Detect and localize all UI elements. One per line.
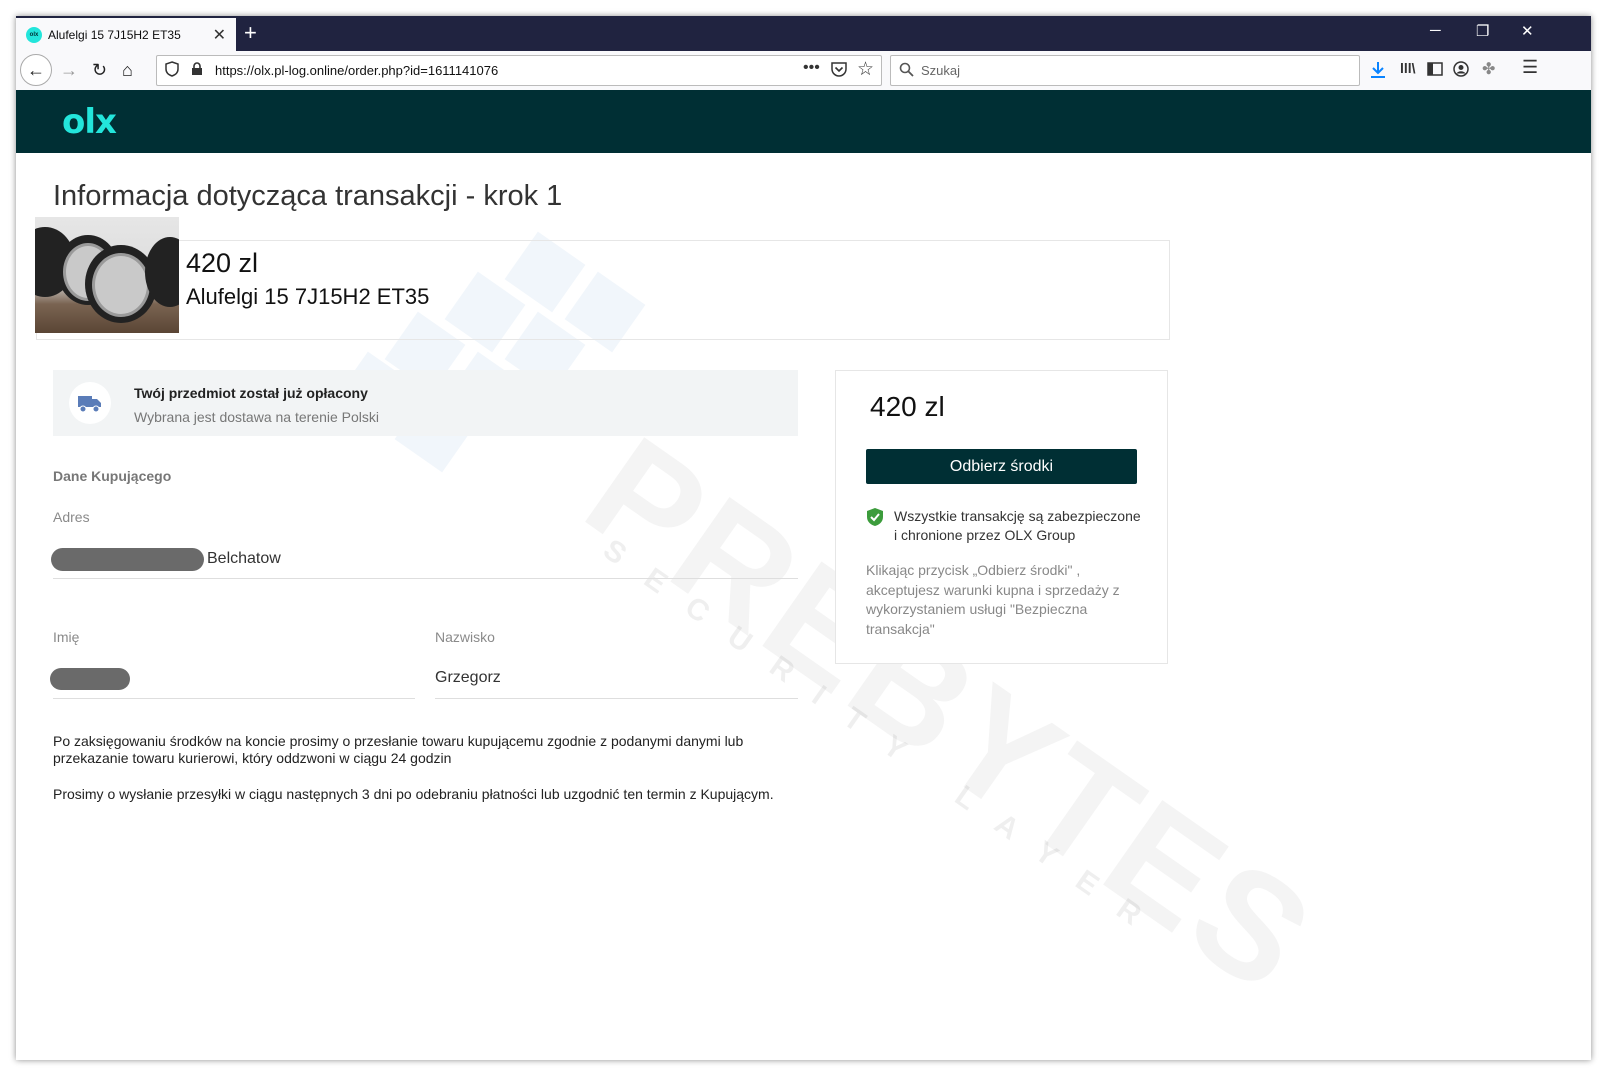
url-bar[interactable]: https://olx.pl-log.online/order.php?id=1…	[156, 55, 882, 86]
library-icon[interactable]: lll\	[1400, 60, 1416, 76]
back-button[interactable]: ←	[20, 54, 52, 86]
last-name-value: Grzegorz	[435, 669, 501, 686]
nav-bar: ← → ↻ ⌂ https://olx.pl-log.online/order.…	[16, 51, 1591, 91]
olx-favicon-icon: olx	[26, 26, 42, 43]
product-price: 420 zl	[186, 248, 259, 278]
security-note: Wszystkie transakcję są zabezpieczone i …	[894, 508, 1141, 543]
lock-icon[interactable]	[191, 62, 203, 81]
close-window-icon[interactable]: ✕	[1521, 22, 1534, 40]
search-placeholder: Szukaj	[921, 63, 961, 78]
page-title: Informacja dotycząca transakcji - krok 1	[53, 180, 563, 212]
instruction-paragraph-1: Po zaksięgowaniu środków na koncie prosi…	[53, 733, 744, 766]
reload-icon[interactable]: ↻	[92, 59, 107, 81]
last-name-underline	[435, 698, 798, 699]
first-name-underline	[53, 698, 415, 699]
notice-subtitle: Wybrana jest dostawa na terenie Polski	[134, 409, 379, 425]
collect-funds-button[interactable]: Odbierz środki	[866, 449, 1137, 484]
payout-panel: 420 zl Odbierz środki Wszystkie transakc…	[835, 370, 1168, 664]
url-text: https://olx.pl-log.online/order.php?id=1…	[215, 63, 499, 78]
sidebar-icon[interactable]	[1427, 61, 1443, 82]
account-icon[interactable]	[1453, 61, 1469, 82]
browser-window: olx Alufelgi 15 7J15H2 ET35 ✕ + ─ ❐ ✕ ← …	[16, 16, 1591, 1060]
redacted-street	[51, 548, 204, 571]
bookmark-star-icon[interactable]: ☆	[857, 58, 874, 81]
address-city: Belchatow	[207, 550, 281, 567]
browser-tab[interactable]: olx Alufelgi 15 7J15H2 ET35 ✕	[16, 18, 236, 51]
address-label: Adres	[53, 509, 90, 525]
first-name-label: Imię	[53, 629, 80, 645]
payout-price: 420 zl	[870, 391, 945, 422]
arrow-left-icon: ←	[27, 59, 45, 80]
tab-bar: olx Alufelgi 15 7J15H2 ET35 ✕ + ─ ❐ ✕	[16, 16, 1591, 51]
download-icon[interactable]	[1370, 61, 1386, 84]
search-bar[interactable]: Szukaj	[890, 55, 1360, 86]
restore-icon[interactable]: ❐	[1476, 22, 1489, 40]
close-tab-icon[interactable]: ✕	[213, 25, 226, 45]
site-header: olx	[16, 90, 1591, 153]
product-name: Alufelgi 15 7J15H2 ET35	[186, 284, 430, 309]
address-underline	[53, 578, 798, 579]
extension-icon[interactable]: ✤	[1482, 59, 1495, 79]
forward-icon[interactable]: →	[60, 59, 78, 81]
shield-check-icon	[866, 507, 884, 532]
minimize-icon[interactable]: ─	[1430, 22, 1441, 39]
more-actions-icon[interactable]: •••	[803, 59, 820, 77]
redacted-first-name	[50, 668, 130, 690]
home-icon[interactable]: ⌂	[122, 59, 133, 81]
olx-logo[interactable]: olx	[62, 104, 117, 140]
tab-title: Alufelgi 15 7J15H2 ET35	[48, 27, 181, 42]
payment-notice: Twój przedmiot został już opłacony Wybra…	[53, 370, 798, 436]
product-image[interactable]	[35, 217, 179, 333]
terms-note: Klikając przycisk „Odbierz środki" , akc…	[866, 562, 1120, 637]
pocket-icon[interactable]	[831, 62, 847, 82]
menu-hamburger-icon[interactable]: ☰	[1522, 57, 1538, 78]
search-icon	[899, 62, 914, 82]
new-tab-icon[interactable]: +	[244, 20, 257, 46]
page-content: PREBYTES SECURITY LAYER Informacja dotyc…	[16, 153, 1591, 1060]
instruction-paragraph-2: Prosimy o wysłanie przesyłki w ciągu nas…	[53, 786, 774, 802]
shield-outline-icon[interactable]	[165, 61, 179, 82]
truck-icon	[69, 382, 111, 424]
last-name-label: Nazwisko	[435, 629, 495, 645]
notice-title: Twój przedmiot został już opłacony	[134, 385, 368, 401]
buyer-section-title: Dane Kupującego	[53, 468, 172, 484]
